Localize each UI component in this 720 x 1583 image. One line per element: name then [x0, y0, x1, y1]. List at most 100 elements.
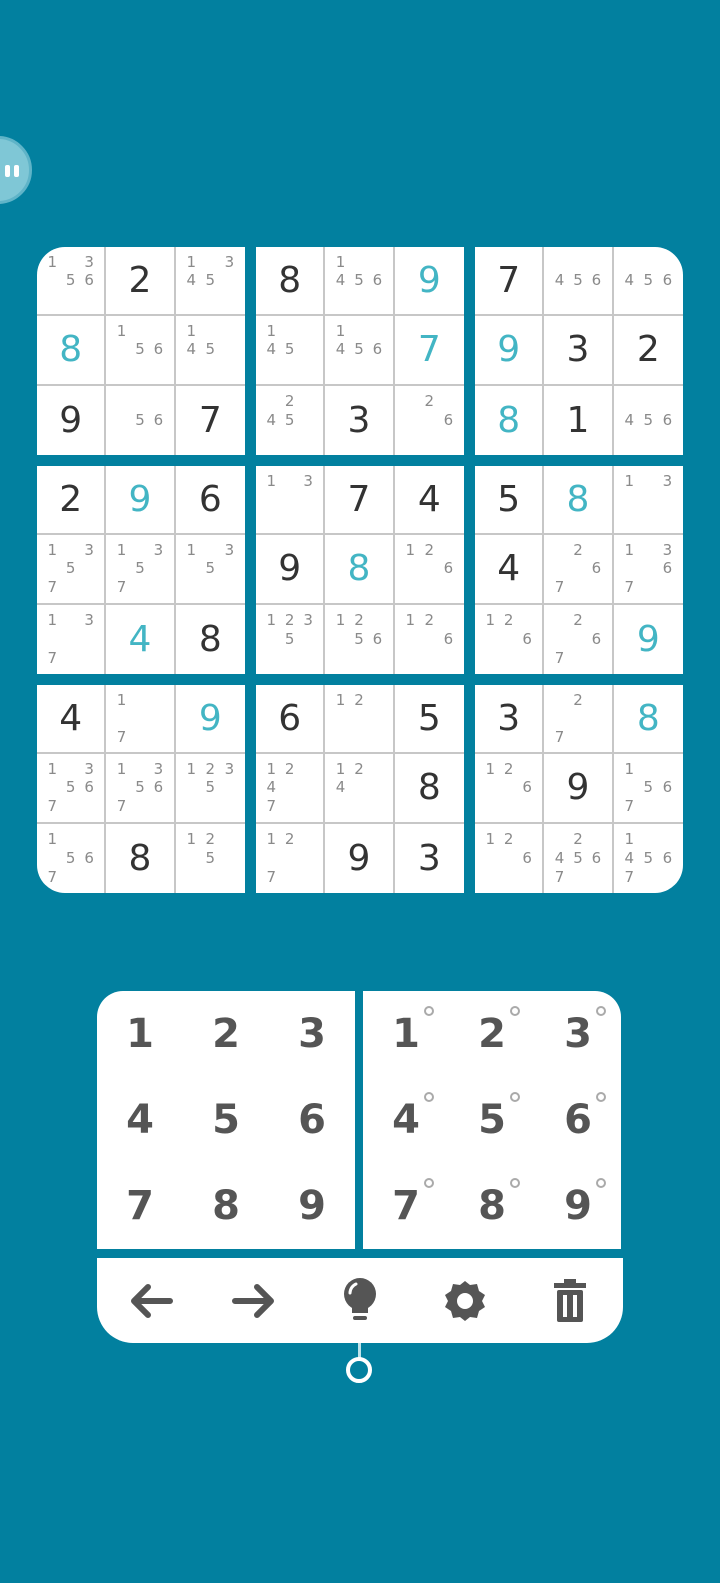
note-key-5[interactable]: 5 [449, 1077, 535, 1163]
undo-button[interactable] [120, 1271, 180, 1331]
sudoku-cell[interactable]: 1 36 7 [613, 535, 683, 605]
sudoku-cell[interactable]: 9 [325, 823, 395, 893]
sudoku-cell[interactable]: 17 [106, 685, 176, 755]
sudoku-cell[interactable]: 27 [544, 685, 614, 755]
note-key-9[interactable]: 9 [535, 1163, 621, 1249]
note-key-4[interactable]: 4 [363, 1077, 449, 1163]
sudoku-cell[interactable]: 9 [475, 316, 545, 386]
sudoku-cell[interactable]: 8 [613, 685, 683, 755]
sudoku-cell[interactable]: 245 [256, 385, 326, 455]
sudoku-cell[interactable]: 8 [176, 605, 245, 674]
sudoku-cell[interactable]: 6 [256, 685, 326, 755]
sudoku-cell[interactable]: 125 [176, 824, 245, 893]
sudoku-cell[interactable]: 1567 [613, 754, 683, 824]
sudoku-cell[interactable]: 1247 [256, 754, 326, 824]
sudoku-cell[interactable]: 8 [475, 385, 545, 455]
sudoku-cell[interactable]: 1456 7 [614, 824, 683, 893]
sudoku-cell[interactable]: 7 [325, 466, 395, 536]
sudoku-cell[interactable]: 9 [106, 466, 176, 536]
sudoku-cell[interactable]: 126 [475, 604, 545, 674]
sudoku-cell[interactable]: 9 [394, 247, 464, 317]
sudoku-cell[interactable]: 124 [325, 754, 395, 824]
sudoku-cell[interactable]: 13 [256, 466, 326, 536]
number-key-3[interactable]: 3 [269, 991, 355, 1077]
drag-handle[interactable] [346, 1357, 372, 1383]
note-key-1[interactable]: 1 [363, 991, 449, 1077]
sudoku-cell[interactable]: 3 [325, 385, 395, 455]
sudoku-cell[interactable]: 127 [256, 823, 326, 893]
sudoku-cell[interactable]: 2 [613, 316, 683, 386]
sudoku-cell[interactable]: 6 [175, 466, 245, 536]
sudoku-cell[interactable]: 1 3 7 [37, 604, 107, 674]
sudoku-cell[interactable]: 156 [106, 316, 176, 386]
sudoku-cell[interactable]: 126 [395, 605, 464, 674]
sudoku-cell[interactable]: 456 [614, 386, 683, 455]
sudoku-cell[interactable]: 1256 [325, 604, 395, 674]
sudoku-cell[interactable]: 7 [475, 247, 545, 317]
sudoku-cell[interactable]: 4 [394, 466, 464, 536]
sudoku-cell[interactable]: 9 [614, 605, 683, 674]
sudoku-cell[interactable]: 1 356 7 [106, 754, 176, 824]
sudoku-cell[interactable]: 1567 [37, 823, 107, 893]
sudoku-cell[interactable]: 126 [475, 823, 545, 893]
sudoku-cell[interactable]: 5 [475, 466, 545, 536]
number-key-8[interactable]: 8 [183, 1163, 269, 1249]
settings-button[interactable] [435, 1271, 495, 1331]
sudoku-cell[interactable]: 1 356 7 [37, 754, 107, 824]
sudoku-cell[interactable]: 8 [325, 535, 395, 605]
hint-button[interactable] [330, 1271, 390, 1331]
sudoku-cell[interactable]: 5 [394, 685, 464, 755]
sudoku-cell[interactable]: 3 [544, 316, 614, 386]
number-key-5[interactable]: 5 [183, 1077, 269, 1163]
number-key-9[interactable]: 9 [269, 1163, 355, 1249]
sudoku-cell[interactable]: 456 [544, 247, 614, 317]
note-key-7[interactable]: 7 [363, 1163, 449, 1249]
sudoku-cell[interactable]: 2 [106, 247, 176, 317]
sudoku-cell[interactable]: 26 7 [544, 535, 614, 605]
number-key-2[interactable]: 2 [183, 991, 269, 1077]
sudoku-cell[interactable]: 126 [394, 535, 464, 605]
sudoku-cell[interactable]: 1 357 [37, 535, 107, 605]
sudoku-cell[interactable]: 8 [37, 316, 107, 386]
sudoku-cell[interactable]: 1 357 [106, 535, 176, 605]
sudoku-cell[interactable]: 8 [544, 466, 614, 536]
sudoku-cell[interactable]: 13 [613, 466, 683, 536]
sudoku-cell[interactable]: 9 [175, 685, 245, 755]
sudoku-cell[interactable]: 2456 7 [544, 823, 614, 893]
sudoku-cell[interactable]: 8 [106, 823, 176, 893]
redo-button[interactable] [225, 1271, 285, 1331]
sudoku-cell[interactable]: 1456 [325, 247, 395, 317]
sudoku-cell[interactable]: 456 [613, 247, 683, 317]
clear-button[interactable] [540, 1271, 600, 1331]
sudoku-cell[interactable]: 4 [106, 604, 176, 674]
sudoku-cell[interactable]: 26 7 [544, 604, 614, 674]
sudoku-cell[interactable]: 3 [395, 824, 464, 893]
pause-button[interactable] [0, 136, 32, 204]
sudoku-cell[interactable]: 26 [395, 386, 464, 455]
sudoku-cell[interactable]: 12 [325, 685, 395, 755]
note-key-8[interactable]: 8 [449, 1163, 535, 1249]
sudoku-cell[interactable]: 56 [106, 385, 176, 455]
sudoku-cell[interactable]: 4 [37, 685, 107, 755]
sudoku-cell[interactable]: 1 356 [37, 247, 107, 317]
sudoku-cell[interactable]: 1235 [256, 604, 326, 674]
sudoku-cell[interactable]: 1 3 45 [175, 247, 245, 317]
number-key-7[interactable]: 7 [97, 1163, 183, 1249]
sudoku-cell[interactable]: 9 [544, 754, 614, 824]
note-key-2[interactable]: 2 [449, 991, 535, 1077]
sudoku-cell[interactable]: 8 [256, 247, 326, 317]
sudoku-cell[interactable]: 145 [175, 316, 245, 386]
sudoku-cell[interactable]: 1456 [325, 316, 395, 386]
sudoku-cell[interactable]: 9 [37, 385, 107, 455]
sudoku-cell[interactable]: 8 [394, 754, 464, 824]
sudoku-cell[interactable]: 3 [475, 685, 545, 755]
sudoku-cell[interactable]: 4 [475, 535, 545, 605]
sudoku-cell[interactable]: 145 [256, 316, 326, 386]
number-key-1[interactable]: 1 [97, 991, 183, 1077]
sudoku-cell[interactable]: 2 [37, 466, 107, 536]
number-key-4[interactable]: 4 [97, 1077, 183, 1163]
sudoku-cell[interactable]: 126 [475, 754, 545, 824]
sudoku-cell[interactable]: 1235 [175, 754, 245, 824]
sudoku-cell[interactable]: 1 35 [175, 535, 245, 605]
number-key-6[interactable]: 6 [269, 1077, 355, 1163]
